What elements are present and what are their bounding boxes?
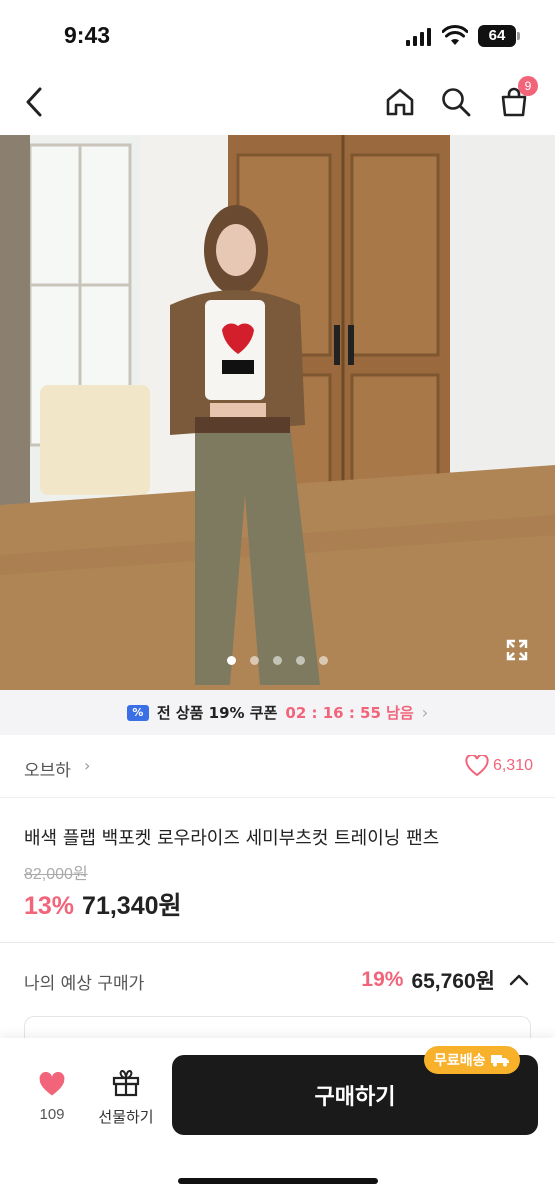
expected-price-values: 19% 65,760원 bbox=[361, 965, 529, 995]
free-shipping-label: 무료배송 bbox=[434, 1053, 486, 1069]
status-time: 9:43 bbox=[64, 22, 111, 48]
nav-bar: 9 bbox=[0, 70, 555, 134]
price-row: 13% 71,340원 bbox=[24, 886, 182, 922]
carousel-dot[interactable] bbox=[296, 656, 305, 665]
carousel-dot[interactable] bbox=[273, 656, 282, 665]
gift-label: 선물하기 bbox=[98, 1108, 154, 1126]
cart-button[interactable]: 9 bbox=[494, 76, 538, 122]
wifi-icon bbox=[442, 25, 468, 45]
product-title: 배색 플랩 백포켓 로우라이즈 세미부츠컷 트레이닝 팬츠 bbox=[24, 828, 440, 849]
product-image-carousel[interactable] bbox=[0, 135, 555, 690]
back-button[interactable] bbox=[14, 82, 54, 122]
back-icon bbox=[26, 87, 42, 117]
cart-badge: 9 bbox=[518, 76, 538, 96]
chevron-right-icon: › bbox=[421, 703, 429, 722]
gift-button[interactable]: 선물하기 bbox=[90, 1068, 162, 1132]
signal-icon bbox=[406, 28, 432, 46]
discount-rate: 13% bbox=[24, 892, 75, 920]
brand-name-link[interactable]: 오브하 bbox=[24, 756, 71, 781]
wishlist-count: 109 bbox=[39, 1106, 65, 1123]
truck-icon bbox=[490, 1055, 509, 1067]
search-icon bbox=[442, 88, 471, 117]
heart-outline-icon bbox=[465, 755, 489, 777]
coupon-text: 전 상품 19% 쿠폰 bbox=[156, 704, 278, 722]
sale-price: 71,340원 bbox=[82, 892, 182, 920]
search-button[interactable] bbox=[436, 82, 476, 122]
heart-filled-icon bbox=[39, 1071, 65, 1096]
expected-discount: 19% bbox=[361, 968, 404, 991]
expected-price: 65,760원 bbox=[411, 970, 495, 993]
carousel-dots bbox=[0, 656, 555, 665]
coupon-icon: % bbox=[126, 704, 149, 721]
chevron-up-icon bbox=[509, 974, 529, 986]
home-button[interactable] bbox=[380, 82, 420, 122]
gift-icon bbox=[112, 1069, 140, 1097]
brand-row: 오브하 › 6,310 bbox=[0, 736, 555, 798]
carousel-dot[interactable] bbox=[319, 656, 328, 665]
coupon-banner[interactable]: % 전 상품 19% 쿠폰 02 : 16 : 55 남음 › bbox=[0, 690, 555, 735]
status-bar: 9:43 64 bbox=[0, 0, 555, 70]
coupon-timer: 02 : 16 : 55 남음 bbox=[285, 704, 414, 722]
bottom-action-bar: 109 선물하기 구매하기 무료배송 bbox=[0, 1038, 555, 1200]
home-indicator bbox=[178, 1178, 378, 1184]
expected-price-toggle[interactable]: 나의 예상 구매가 19% 65,760원 bbox=[0, 943, 555, 1017]
original-price: 82,000원 bbox=[24, 866, 88, 883]
brand-like-button[interactable]: 6,310 bbox=[465, 755, 533, 777]
expected-price-label: 나의 예상 구매가 bbox=[24, 974, 145, 994]
battery-indicator: 64 bbox=[478, 25, 516, 47]
carousel-dot-active[interactable] bbox=[227, 656, 236, 665]
free-shipping-badge: 무료배송 bbox=[424, 1046, 520, 1074]
brand-like-count: 6,310 bbox=[492, 757, 533, 774]
chevron-right-icon: › bbox=[84, 756, 91, 775]
home-icon bbox=[386, 88, 414, 116]
expand-icon[interactable] bbox=[505, 638, 529, 662]
wishlist-button[interactable]: 109 bbox=[22, 1068, 82, 1132]
product-photo bbox=[0, 135, 555, 690]
battery-cap bbox=[517, 32, 520, 40]
carousel-dot[interactable] bbox=[250, 656, 259, 665]
